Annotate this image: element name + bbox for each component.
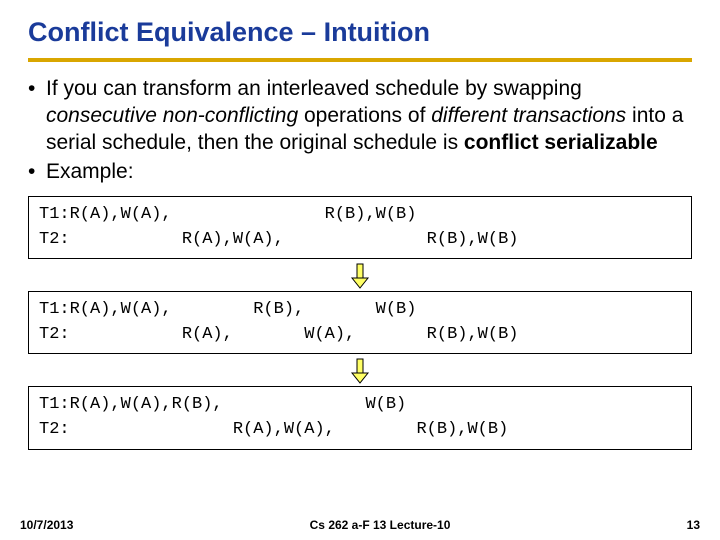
down-arrow-icon [28,263,692,289]
down-arrow-icon [28,358,692,384]
footer-date: 10/7/2013 [20,518,73,532]
footer: 10/7/2013 Cs 262 a-F 13 Lecture-10 13 [0,518,720,532]
code-line: T1:R(A),W(A), R(B), W(B) [39,298,681,323]
code-line: T2: R(A),W(A), R(B),W(B) [39,418,681,443]
footer-center: Cs 262 a-F 13 Lecture-10 [73,518,686,532]
code-line: T1:R(A),W(A), R(B),W(B) [39,203,681,228]
page-title: Conflict Equivalence – Intuition [28,16,692,62]
slide: Conflict Equivalence – Intuition If you … [0,0,720,540]
schedule-box-2: T1:R(A),W(A), R(B), W(B)T2: R(A), W(A), … [28,291,692,354]
code-line: T2: R(A), W(A), R(B),W(B) [39,323,681,348]
schedule-box-3: T1:R(A),W(A),R(B), W(B)T2: R(A),W(A), R(… [28,386,692,449]
code-line: T2: R(A),W(A), R(B),W(B) [39,228,681,253]
schedule-box-1: T1:R(A),W(A), R(B),W(B)T2: R(A),W(A), R(… [28,196,692,259]
code-line: T1:R(A),W(A),R(B), W(B) [39,393,681,418]
footer-page: 13 [687,518,700,532]
bullet-list: If you can transform an interleaved sche… [28,76,692,186]
bullet-item-1: If you can transform an interleaved sche… [28,76,692,157]
bullet-item-2: Example: [28,159,692,186]
